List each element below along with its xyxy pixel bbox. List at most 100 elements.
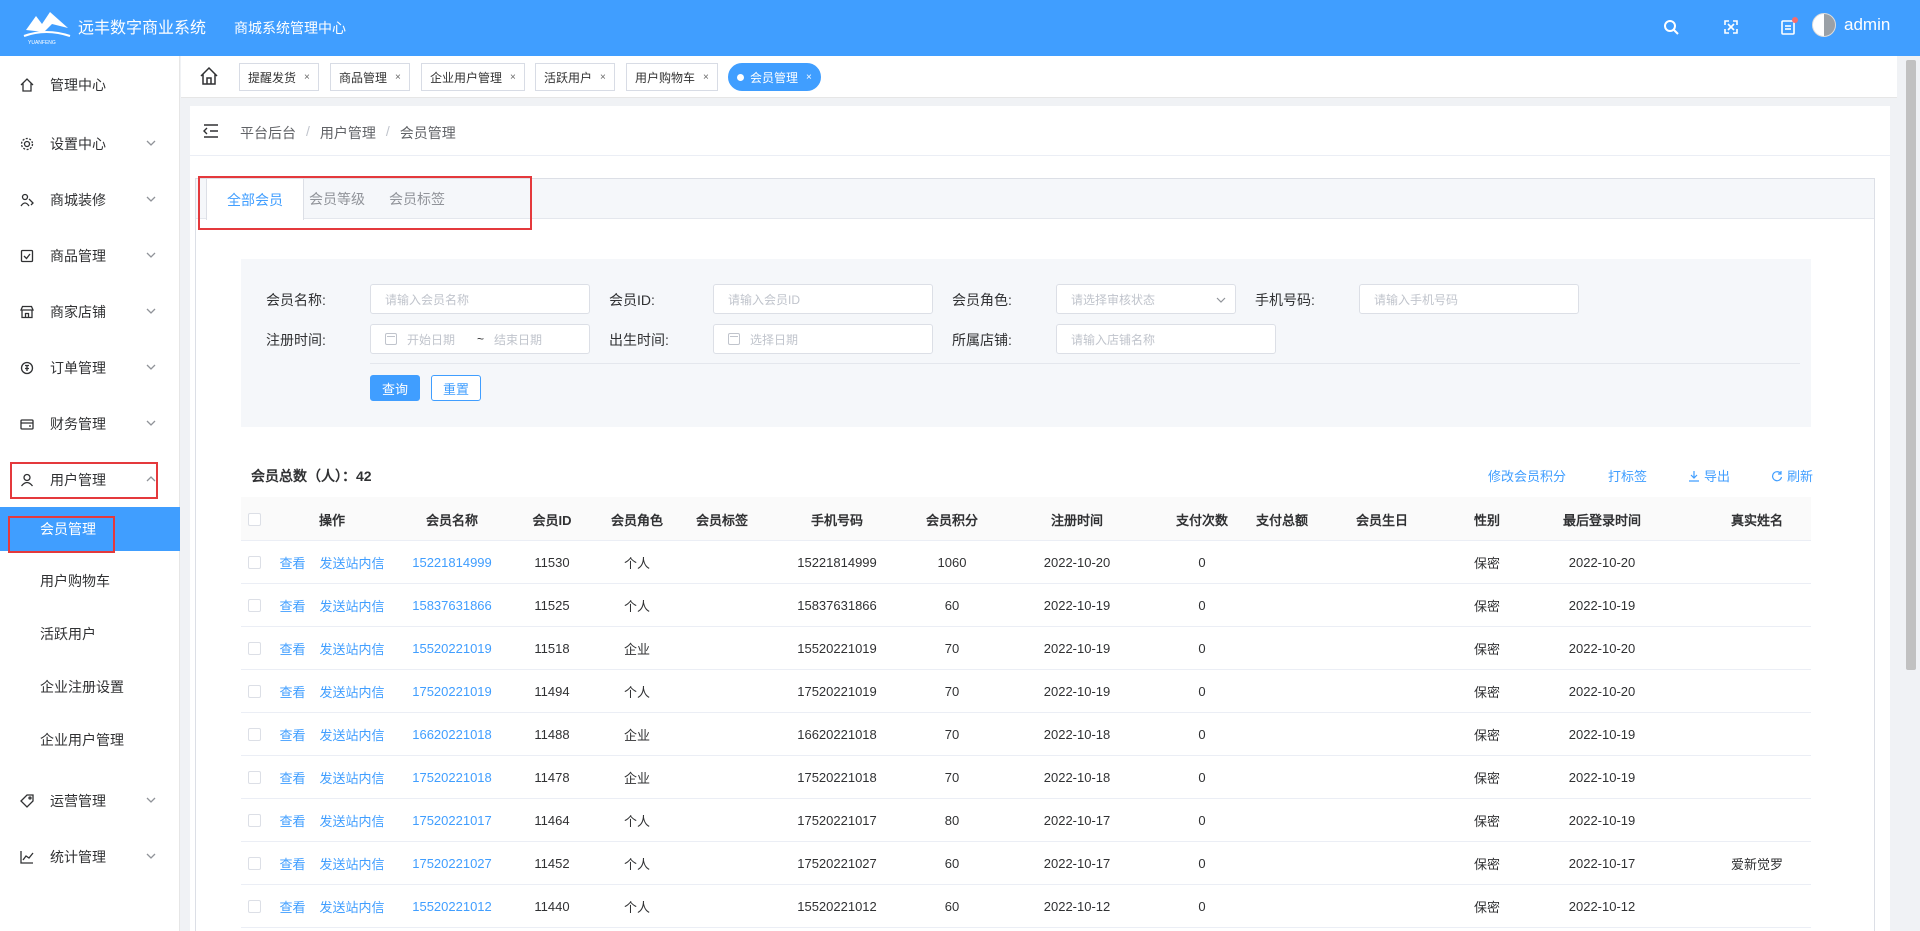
sidebar-subitem-user-cart[interactable]: 用户购物车 <box>0 559 180 603</box>
notification-icon[interactable] <box>1777 16 1799 38</box>
refresh-button[interactable]: 刷新 <box>1771 466 1813 485</box>
row-checkbox[interactable] <box>247 642 261 655</box>
col-birthday: 会员生日 <box>1355 512 1408 528</box>
export-button[interactable]: 导出 <box>1688 466 1730 485</box>
view-link[interactable]: 查看 <box>279 897 305 916</box>
tag-member-management[interactable]: 会员管理 × <box>728 63 821 91</box>
breadcrumb-item[interactable]: 用户管理 <box>320 123 376 143</box>
row-checkbox[interactable] <box>247 900 261 913</box>
send-message-link[interactable]: 发送站内信 <box>320 639 385 658</box>
row-checkbox[interactable] <box>247 599 261 612</box>
close-icon[interactable]: × <box>703 72 709 83</box>
sidebar-item-finance[interactable]: 财务管理 <box>0 402 180 446</box>
row-checkbox[interactable] <box>247 685 261 698</box>
sidebar-item-orders[interactable]: 订单管理 <box>0 346 180 390</box>
cell-name[interactable]: 15520221012 <box>397 885 507 928</box>
sidebar-item-decoration[interactable]: 商城装修 <box>0 178 180 222</box>
cell-last-login: 2022-10-20 <box>1568 555 1636 570</box>
send-message-link[interactable]: 发送站内信 <box>320 768 385 787</box>
sidebar-item-settings[interactable]: 设置中心 <box>0 122 180 166</box>
send-message-link[interactable]: 发送站内信 <box>320 596 385 615</box>
cell-name[interactable]: 15221814999 <box>397 541 507 584</box>
cell-id: 11525 <box>534 598 570 613</box>
close-icon[interactable]: × <box>806 72 812 83</box>
reset-button[interactable]: 重置 <box>431 375 481 401</box>
sidebar-subitem-enterprise-register[interactable]: 企业注册设置 <box>0 665 180 709</box>
send-message-link[interactable]: 发送站内信 <box>320 854 385 873</box>
member-count-value: 42 <box>356 468 372 484</box>
cell-points: 70 <box>944 727 960 742</box>
query-button[interactable]: 查询 <box>370 375 420 401</box>
view-link[interactable]: 查看 <box>279 639 305 658</box>
calendar-icon <box>728 333 740 345</box>
close-icon[interactable]: × <box>395 72 401 83</box>
send-message-link[interactable]: 发送站内信 <box>320 811 385 830</box>
member-name-input[interactable]: 请输入会员名称 <box>370 284 590 314</box>
fullscreen-icon[interactable] <box>1720 16 1742 38</box>
cell-name[interactable]: 17520221017 <box>397 799 507 842</box>
row-checkbox[interactable] <box>247 556 261 569</box>
view-link[interactable]: 查看 <box>279 682 305 701</box>
collapse-sidebar-icon[interactable] <box>202 122 220 140</box>
view-link[interactable]: 查看 <box>279 811 305 830</box>
select-all-checkbox[interactable] <box>247 512 261 526</box>
row-checkbox[interactable] <box>247 728 261 741</box>
cell-name[interactable]: 15520221019 <box>397 627 507 670</box>
view-link[interactable]: 查看 <box>279 553 305 572</box>
cell-reg: 2022-10-18 <box>1043 727 1111 742</box>
send-message-link[interactable]: 发送站内信 <box>320 682 385 701</box>
sidebar-item-goods[interactable]: 商品管理 <box>0 234 180 278</box>
close-icon[interactable]: × <box>510 72 516 83</box>
cell-name[interactable]: 17520221018 <box>397 756 507 799</box>
sidebar-subitem-enterprise-users[interactable]: 企业用户管理 <box>0 718 180 762</box>
breadcrumb-item[interactable]: 平台后台 <box>240 123 296 143</box>
tag-remind-shipping[interactable]: 提醒发货 × <box>239 63 319 91</box>
view-link[interactable]: 查看 <box>279 596 305 615</box>
send-message-link[interactable]: 发送站内信 <box>320 553 385 572</box>
send-message-link[interactable]: 发送站内信 <box>320 725 385 744</box>
cell-name[interactable]: 15837631866 <box>397 584 507 627</box>
view-link[interactable]: 查看 <box>279 768 305 787</box>
sidebar-subitem-active-users[interactable]: 活跃用户 <box>0 612 180 656</box>
view-link[interactable]: 查看 <box>279 854 305 873</box>
col-member-id: 会员ID <box>532 512 572 528</box>
tag-goods-management[interactable]: 商品管理 × <box>330 63 410 91</box>
row-checkbox[interactable] <box>247 771 261 784</box>
select-all-cell <box>241 497 267 541</box>
settings-icon <box>20 137 34 151</box>
phone-input[interactable]: 请输入手机号码 <box>1359 284 1579 314</box>
sidebar-item-store[interactable]: 商家店铺 <box>0 290 180 334</box>
edit-points-button[interactable]: 修改会员积分 <box>1488 466 1566 485</box>
tag-button[interactable]: 打标签 <box>1608 466 1647 485</box>
user-menu[interactable]: admin <box>1812 13 1890 37</box>
cell-gender: 保密 <box>1473 556 1500 571</box>
search-icon[interactable] <box>1660 16 1682 38</box>
row-checkbox[interactable] <box>247 857 261 870</box>
store-input[interactable]: 请输入店铺名称 <box>1056 324 1276 354</box>
sidebar-item-label: 管理中心 <box>50 77 106 93</box>
row-checkbox[interactable] <box>247 814 261 827</box>
page-scrollbar[interactable] <box>1906 60 1916 670</box>
register-time-range[interactable]: 开始日期 ~ 结束日期 <box>370 324 590 354</box>
cell-name[interactable]: 17520221019 <box>397 670 507 713</box>
birth-date-input[interactable]: 选择日期 <box>713 324 933 354</box>
close-icon[interactable]: × <box>304 72 310 83</box>
cell-role: 个人 <box>623 599 650 614</box>
tag-enterprise-users[interactable]: 企业用户管理 × <box>421 63 525 91</box>
close-icon[interactable]: × <box>600 72 606 83</box>
sidebar-item-dashboard[interactable]: 管理中心 <box>0 63 180 107</box>
tag-user-cart[interactable]: 用户购物车 × <box>626 63 718 91</box>
member-role-label: 会员角色: <box>952 292 1012 308</box>
member-id-input[interactable]: 请输入会员ID <box>713 284 933 314</box>
cell-name[interactable]: 17520221027 <box>397 842 507 885</box>
home-icon[interactable] <box>199 66 219 86</box>
sidebar-item-statistics[interactable]: 统计管理 <box>0 835 180 879</box>
active-dot <box>737 73 744 81</box>
send-message-link[interactable]: 发送站内信 <box>320 897 385 916</box>
cell-name[interactable]: 16620221018 <box>397 713 507 756</box>
cell-last-login: 2022-10-19 <box>1568 813 1636 828</box>
sidebar-item-operations[interactable]: 运营管理 <box>0 779 180 823</box>
member-role-select[interactable]: 请选择审核状态 <box>1056 284 1236 314</box>
tag-active-users[interactable]: 活跃用户 × <box>535 63 615 91</box>
view-link[interactable]: 查看 <box>279 725 305 744</box>
